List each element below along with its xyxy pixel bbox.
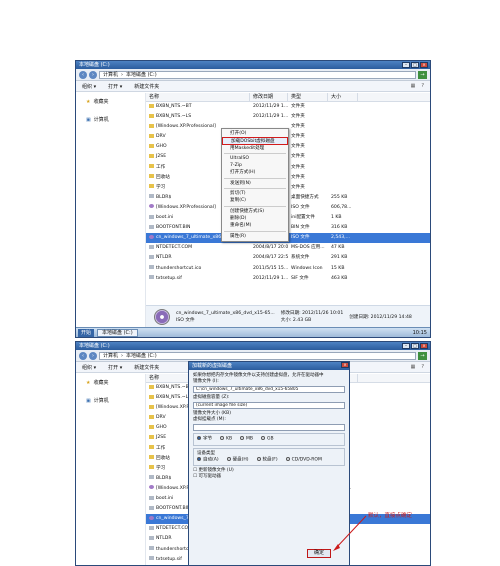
annotation-arrow [333,515,367,551]
annotation-note: 默认，直接点确定 [368,513,413,519]
